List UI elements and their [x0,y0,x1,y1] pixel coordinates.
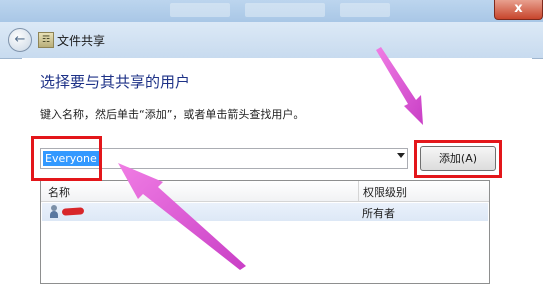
arrow-to-add-button [376,47,423,125]
annotation-arrows [118,47,423,270]
arrow-to-input-field [118,163,246,270]
